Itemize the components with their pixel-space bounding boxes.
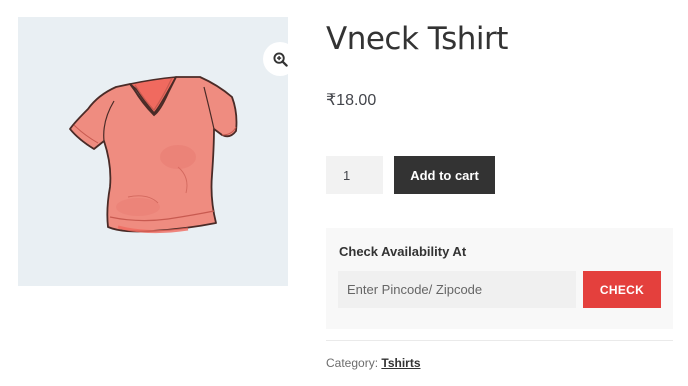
- divider: [326, 340, 673, 341]
- product-meta: Category: Tshirts: [326, 356, 421, 370]
- zoom-in-icon: [272, 51, 288, 67]
- zoom-button[interactable]: [263, 42, 297, 76]
- category-label: Category:: [326, 356, 379, 370]
- availability-panel: Check Availability At CHECK: [326, 228, 673, 329]
- check-button[interactable]: CHECK: [583, 271, 661, 308]
- pincode-input[interactable]: [338, 271, 576, 308]
- product-image[interactable]: [18, 17, 297, 286]
- category-link[interactable]: Tshirts: [381, 356, 420, 370]
- product-title: Vneck Tshirt: [326, 21, 508, 57]
- product-price: ₹18.00: [326, 92, 377, 109]
- quantity-input[interactable]: [326, 156, 383, 194]
- availability-heading: Check Availability At: [339, 244, 467, 259]
- add-to-cart-button[interactable]: Add to cart: [394, 156, 495, 194]
- tshirt-image: [69, 76, 238, 234]
